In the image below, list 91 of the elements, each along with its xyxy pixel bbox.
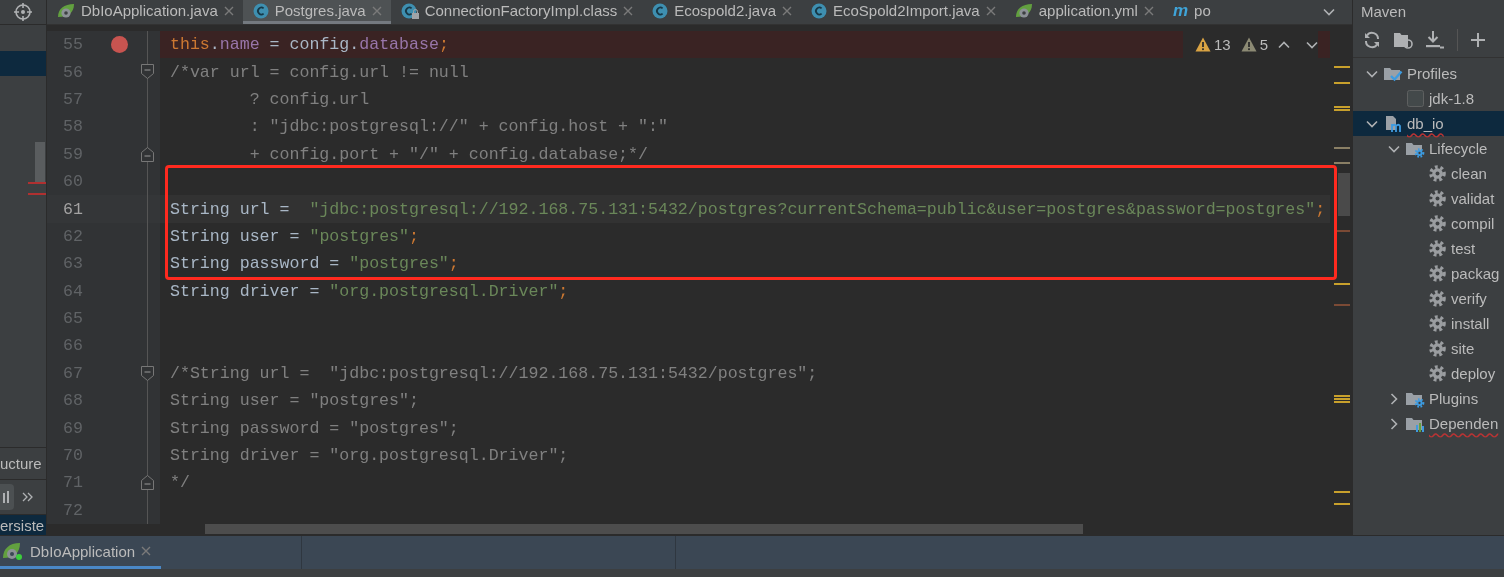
- editor-tab[interactable]: Ecospold2.java: [642, 0, 801, 24]
- tree-item[interactable]: jdk-1.8: [1429, 90, 1475, 107]
- gear-icon[interactable]: [1428, 215, 1446, 232]
- fold-icon[interactable]: [141, 64, 154, 80]
- fold-icon[interactable]: [141, 146, 154, 162]
- code-line: String url = "jdbc:postgresql://192.168.75.131:5432/postgres?currentSchema=public&user=postgres&password=postgres";: [170, 199, 1326, 219]
- plus-icon[interactable]: [1470, 31, 1486, 48]
- c-circle-icon: [252, 2, 269, 19]
- chevron-right-icon[interactable]: [1390, 417, 1398, 430]
- module-file-icon: [1384, 114, 1402, 133]
- chevron-right-icon[interactable]: [1390, 392, 1398, 405]
- tree-item[interactable]: install: [1451, 315, 1490, 332]
- tree-item[interactable]: clean: [1451, 165, 1487, 182]
- editor-tab[interactable]: application.yml: [1004, 0, 1163, 24]
- warning-count[interactable]: 5: [1259, 36, 1268, 53]
- bars-icon: [3, 491, 11, 503]
- chevron-up-icon[interactable]: [1278, 40, 1290, 49]
- crosshair-icon[interactable]: [14, 3, 32, 21]
- gear-icon[interactable]: [1428, 240, 1446, 257]
- horizontal-scrollbar[interactable]: [205, 524, 1083, 534]
- c-circle-icon: [810, 2, 827, 19]
- tree-item[interactable]: compil: [1451, 215, 1495, 232]
- m-letter-icon: m: [1172, 0, 1189, 21]
- c-circle-lock-icon: [400, 2, 419, 19]
- code-line: String driver = "org.postgresql.Driver";: [170, 281, 569, 301]
- gear-icon[interactable]: [1428, 290, 1446, 307]
- refresh-icon[interactable]: [1363, 30, 1381, 49]
- c-circle-icon: [652, 2, 669, 19]
- editor-tab[interactable]: EcoSpold2Import.java: [800, 0, 1005, 24]
- fold-icon[interactable]: [141, 365, 154, 381]
- editor-tab[interactable]: ConnectionFactoryImpl.class: [390, 0, 643, 24]
- panel-title: Maven: [1361, 2, 1407, 20]
- tab-list-chevron-icon[interactable]: [1323, 8, 1335, 16]
- run-tab[interactable]: DbIoApplication: [0, 536, 162, 569]
- close-icon[interactable]: [623, 5, 634, 16]
- toolbar-button[interactable]: [0, 484, 14, 510]
- tree-item[interactable]: validat: [1451, 190, 1495, 207]
- gear-icon[interactable]: [1428, 365, 1446, 382]
- code-line: + config.port + "/" + config.database;*/: [248, 144, 648, 164]
- close-icon[interactable]: [985, 5, 996, 16]
- tree-item[interactable]: verify: [1451, 290, 1487, 307]
- warning-count[interactable]: 13: [1213, 36, 1231, 53]
- fold-icon[interactable]: [141, 475, 154, 491]
- gear-icon[interactable]: [1428, 165, 1446, 182]
- breakpoint-icon[interactable]: [111, 36, 128, 53]
- folder-check-icon: [1383, 65, 1403, 82]
- gear-icon[interactable]: [1428, 340, 1446, 357]
- tree-item[interactable]: Profiles: [1407, 65, 1458, 82]
- chevron-down-icon[interactable]: [1366, 119, 1378, 128]
- list-item[interactable]: ersiste: [0, 515, 46, 535]
- tree-item[interactable]: site: [1451, 340, 1475, 357]
- code-line: String password = "postgres";: [170, 418, 459, 438]
- panel-tab[interactable]: ucture: [0, 455, 42, 472]
- code-line: /*var url = config.url != null: [170, 62, 469, 82]
- close-icon[interactable]: [141, 546, 152, 556]
- folder-refresh-icon[interactable]: [1393, 30, 1413, 49]
- code-line: String driver = "org.postgresql.Driver";: [170, 446, 569, 466]
- code-line: this.name = config.database;: [170, 35, 449, 55]
- code-line: String user = "postgres";: [170, 391, 419, 411]
- scroll-marks-drawing: [26, 142, 46, 196]
- close-icon[interactable]: [781, 5, 792, 16]
- download-icon[interactable]: [1425, 30, 1445, 49]
- tree-item[interactable]: deploy: [1451, 365, 1496, 382]
- chevron-down-icon[interactable]: [1388, 144, 1400, 153]
- tree-item[interactable]: db_io: [1407, 115, 1444, 132]
- tree-item[interactable]: Dependen: [1429, 415, 1499, 432]
- close-icon[interactable]: [223, 5, 234, 16]
- double-chevron-icon[interactable]: [22, 492, 34, 502]
- code-line: /*String url = "jdbc:postgresql://192.168.75.131:5432/postgres";: [170, 363, 818, 383]
- tree-item[interactable]: Lifecycle: [1429, 140, 1488, 157]
- code-line: : "jdbc:postgresql://" + config.host + ":": [248, 117, 668, 137]
- line-number: 61: [62, 199, 83, 219]
- editor-tab[interactable]: Postgres.java: [242, 0, 391, 24]
- code-line: ? config.url: [248, 89, 370, 109]
- gear-icon[interactable]: [1428, 265, 1446, 282]
- editor-tab[interactable]: m po: [1162, 0, 1220, 24]
- code-line: String user = "postgres";: [170, 226, 419, 246]
- close-icon[interactable]: [1143, 5, 1154, 16]
- tree-item[interactable]: test: [1451, 240, 1476, 257]
- warning-icon: [1194, 37, 1211, 52]
- weak-warning-icon: [1240, 37, 1257, 52]
- gear-icon[interactable]: [1428, 315, 1446, 332]
- code-line: String password = "postgres";: [170, 254, 459, 274]
- tree-item[interactable]: Plugins: [1429, 390, 1479, 407]
- code-line: */: [170, 473, 190, 493]
- chevron-down-icon[interactable]: [1306, 40, 1318, 49]
- checkbox[interactable]: [1406, 90, 1424, 107]
- tree-item[interactable]: packag: [1451, 265, 1500, 282]
- editor-tab[interactable]: DbIoApplication.java: [47, 0, 243, 24]
- gear-icon[interactable]: [1428, 190, 1446, 207]
- chevron-down-icon[interactable]: [1366, 69, 1378, 78]
